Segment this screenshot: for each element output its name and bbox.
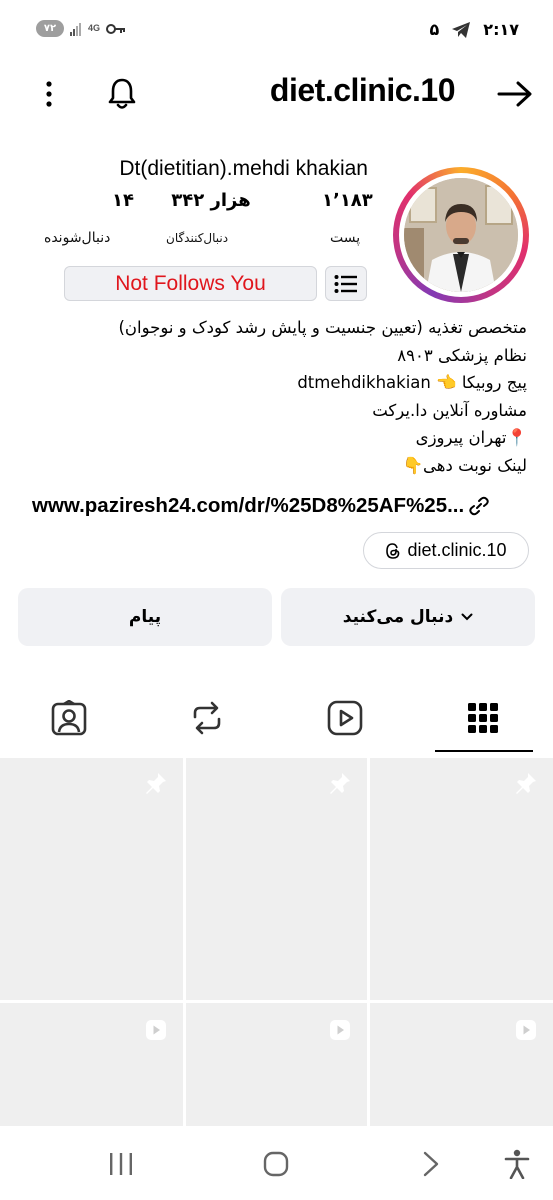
- threads-badge[interactable]: diet.clinic.10: [363, 532, 529, 569]
- avatar-story-ring[interactable]: [393, 167, 529, 303]
- threads-handle: diet.clinic.10: [407, 540, 507, 560]
- following-button-label: دنبال می‌کنید: [342, 607, 454, 627]
- post-thumbnail[interactable]: [370, 1003, 553, 1126]
- battery-indicator: ۷۲: [36, 20, 64, 37]
- bio-line: مشاوره آنلاین دا.یرکت: [372, 400, 527, 420]
- username-title: diet.clinic.10: [269, 72, 456, 108]
- threads-icon: [386, 542, 400, 559]
- followers-label: دنبال‌کنندگان: [166, 231, 229, 245]
- tagged-person-icon: [51, 700, 87, 736]
- status-left: ۷۲ 4G: [36, 20, 126, 37]
- posts-grid: [0, 758, 553, 1126]
- list-icon: [334, 274, 357, 293]
- posts-label: پست: [330, 230, 361, 246]
- reels-play-icon: [327, 700, 363, 736]
- pin-icon: [513, 770, 539, 796]
- followers-count[interactable]: ۳۴۲ هزار: [166, 190, 256, 211]
- bio-line: لینک نوبت دهی👇: [402, 455, 528, 475]
- tagged-tab[interactable]: [34, 690, 104, 746]
- grid-icon: [468, 703, 498, 733]
- pin-icon: [143, 770, 169, 796]
- message-button[interactable]: پیام: [18, 588, 272, 646]
- post-thumbnail[interactable]: [370, 758, 553, 1000]
- following-label: دنبال‌شونده: [44, 230, 111, 246]
- back-button[interactable]: [411, 1144, 451, 1184]
- reel-icon: [143, 1017, 169, 1043]
- following-count[interactable]: ۱۴: [103, 190, 143, 211]
- key-icon: [106, 23, 126, 34]
- post-thumbnail[interactable]: [186, 758, 367, 1000]
- bio-line: نظام پزشکی ۸۹۰۳: [397, 345, 527, 365]
- chevron-down-icon: [461, 613, 473, 621]
- clock: ۲:۱۷: [483, 20, 519, 39]
- not-follows-you-badge: Not Follows You: [64, 266, 317, 301]
- profile-header: diet.clinic.10: [0, 62, 553, 126]
- following-button[interactable]: دنبال می‌کنید: [281, 588, 535, 646]
- link-icon: [469, 496, 489, 516]
- pin-icon: [327, 770, 353, 796]
- notification-bell-icon[interactable]: [104, 76, 140, 112]
- accessibility-icon: [504, 1149, 530, 1179]
- accessibility-button[interactable]: [497, 1144, 537, 1184]
- active-tab-indicator: [435, 750, 533, 752]
- home-button[interactable]: [256, 1144, 296, 1184]
- reposts-tab[interactable]: [172, 690, 242, 746]
- bio-line: پیج روبیکا 👈 dtmehdikhakian: [297, 373, 527, 392]
- message-button-label: پیام: [128, 607, 162, 627]
- notification-count: ۵: [429, 20, 440, 39]
- post-thumbnail[interactable]: [186, 1003, 367, 1126]
- signal-icon: [70, 22, 81, 36]
- repost-icon: [193, 701, 221, 735]
- network-type: 4G: [88, 23, 101, 33]
- grid-tab[interactable]: [448, 690, 518, 746]
- recent-apps-button[interactable]: [101, 1144, 141, 1184]
- recent-apps-icon: [110, 1153, 132, 1175]
- reels-tab[interactable]: [310, 690, 380, 746]
- bio-line: متخصص تغذیه (تعیین جنسیت و پایش رشد کودک…: [118, 318, 527, 337]
- bio-line: 📍تهران پیروزی: [415, 428, 527, 447]
- bio: متخصص تغذیه (تعیین جنسیت و پایش رشد کودک…: [17, 314, 527, 479]
- system-navigation-bar: [0, 1126, 553, 1200]
- back-arrow-icon[interactable]: [497, 76, 533, 112]
- list-menu-button[interactable]: [325, 266, 367, 301]
- avatar: [404, 178, 518, 292]
- posts-count[interactable]: ۱٬۱۸۳: [322, 190, 373, 211]
- profile-link-text[interactable]: www.paziresh24.com/dr/%25D8%25AF%25...: [32, 494, 464, 518]
- more-options-icon[interactable]: [31, 76, 67, 112]
- status-right: ۵ ۲:۱۷: [430, 20, 519, 39]
- content-tabs: [0, 690, 553, 754]
- post-thumbnail[interactable]: [0, 758, 183, 1000]
- profile-link[interactable]: www.paziresh24.com/dr/%25D8%25AF%25...: [32, 494, 490, 518]
- display-name: Dt(dietitian).mehdi khakian: [119, 157, 368, 180]
- reel-icon: [513, 1017, 539, 1043]
- reel-icon: [327, 1017, 353, 1043]
- post-thumbnail[interactable]: [0, 1003, 183, 1126]
- status-bar: ۷۲ 4G ۵ ۲:۱۷: [0, 0, 553, 62]
- telegram-icon: [452, 21, 471, 38]
- home-icon: [263, 1151, 289, 1177]
- chevron-right-icon: [423, 1151, 439, 1177]
